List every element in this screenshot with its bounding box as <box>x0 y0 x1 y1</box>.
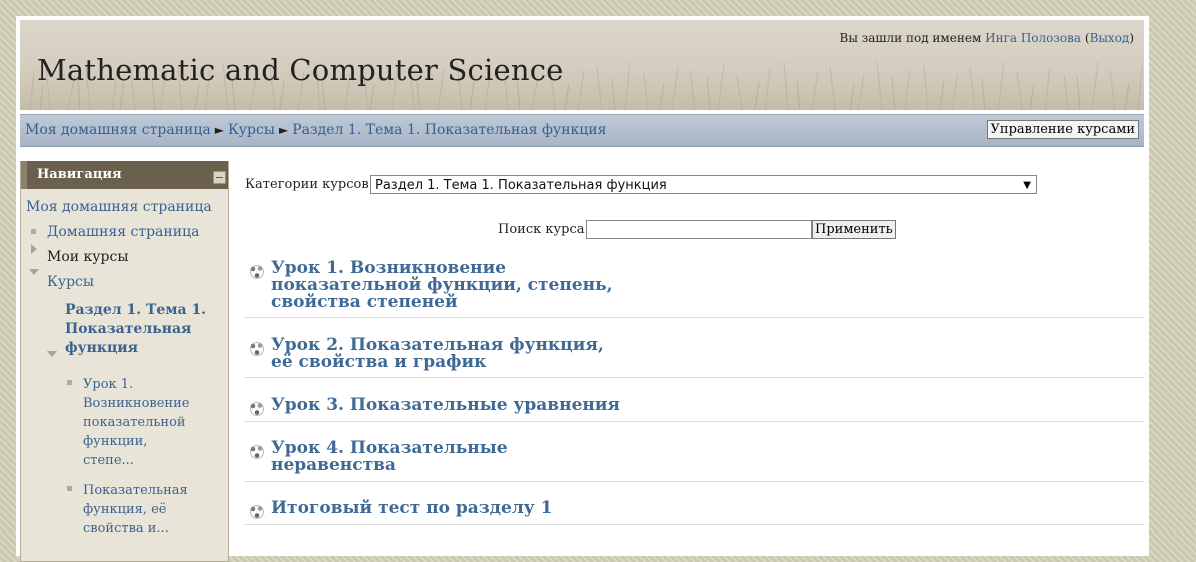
nav-link-lesson-1[interactable]: Урок 1. Возникновение показательной функ… <box>83 377 189 468</box>
course-link[interactable]: Урок 2. Показательная функция, её свойст… <box>271 337 621 371</box>
nav-item-lesson-2: Показательная функция, её свойства и... <box>83 481 198 538</box>
navigation-block-title: Навигация <box>37 167 122 182</box>
course-item: Урок 3. Показательные уравнения <box>244 397 1144 422</box>
course-link[interactable]: Урок 4. Показательные неравенства <box>271 440 521 474</box>
main-content: Категории курсов: Раздел 1. Тема 1. Пока… <box>244 161 1144 561</box>
category-select[interactable]: Раздел 1. Тема 1. Показательная функция … <box>370 175 1037 194</box>
course-item: Итоговый тест по разделу 1 <box>244 500 1144 525</box>
category-selected-value: Раздел 1. Тема 1. Показательная функция <box>375 178 667 193</box>
nav-label-my-courses: Мои курсы <box>47 249 129 265</box>
navbar: Моя домашняя страница ► Курсы ► Раздел 1. Те… <box>20 114 1144 147</box>
nav-item-courses: Курсы <box>47 274 94 290</box>
course-item: Урок 2. Показательная функция, её свойст… <box>244 337 1144 378</box>
breadcrumb-courses[interactable]: Курсы <box>228 122 275 138</box>
dropdown-arrow-icon: ▼ <box>1023 180 1031 191</box>
collapse-icon[interactable] <box>213 171 226 184</box>
manage-courses-button[interactable]: Управление курсами <box>986 120 1139 139</box>
course-link[interactable]: Урок 1. Возникновение показательной функ… <box>271 260 631 311</box>
category-label: Категории курсов: <box>245 177 374 192</box>
course-item: Урок 1. Возникновение показательной функ… <box>244 260 1144 318</box>
collapse-arrow-icon[interactable] <box>47 351 57 357</box>
nav-item-current-category: Раздел 1. Тема 1. Показательная функция <box>65 301 215 358</box>
nav-link-current-category[interactable]: Раздел 1. Тема 1. Показательная функция <box>65 302 206 356</box>
nav-item-lesson-1: Урок 1. Возникновение показательной функ… <box>83 375 198 470</box>
course-item: Урок 4. Показательные неравенства <box>244 440 1144 482</box>
search-label: Поиск курса: <box>498 222 589 237</box>
breadcrumb-separator: ► <box>278 123 289 137</box>
course-icon <box>250 445 264 459</box>
course-icon <box>250 505 264 519</box>
breadcrumb-separator: ► <box>214 123 224 137</box>
course-icon <box>250 402 264 416</box>
nav-item-my-courses[interactable]: Мои курсы <box>47 249 128 265</box>
user-profile-link[interactable]: Инга Полозова <box>985 31 1081 45</box>
site-title: Mathematic and Computer Science <box>37 53 564 87</box>
course-icon <box>250 342 264 356</box>
collapse-arrow-icon[interactable] <box>29 269 39 275</box>
square-bullet-icon <box>67 380 72 385</box>
site-header: Mathematic and Computer Science Вы зашли… <box>20 20 1144 110</box>
breadcrumb-home[interactable]: Моя домашняя страница <box>25 122 211 138</box>
login-info: Вы зашли под именем Инга Полозова (Выход… <box>839 31 1134 45</box>
nav-link-courses[interactable]: Курсы <box>47 274 94 290</box>
course-link[interactable]: Урок 3. Показательные уравнения <box>271 397 631 414</box>
square-bullet-icon <box>31 229 36 234</box>
nav-link-my-home[interactable]: Моя домашняя страница <box>26 199 212 215</box>
navigation-block-header: Навигация <box>21 161 228 189</box>
logout-link[interactable]: Выход <box>1090 31 1130 45</box>
page-container: Mathematic and Computer Science Вы зашли… <box>16 16 1149 562</box>
square-bullet-icon <box>67 486 72 491</box>
course-link[interactable]: Итоговый тест по разделу 1 <box>271 500 631 517</box>
breadcrumb: Моя домашняя страница ► Курсы ► Раздел 1. Те… <box>25 122 606 138</box>
nav-item-site-home: Домашняя страница <box>47 224 199 240</box>
expand-arrow-icon[interactable] <box>31 244 37 254</box>
nav-link-lesson-2[interactable]: Показательная функция, её свойства и... <box>83 483 188 536</box>
apply-search-button[interactable]: Применить <box>812 220 896 239</box>
course-search-input[interactable] <box>586 220 812 239</box>
course-icon <box>250 265 264 279</box>
login-prefix: Вы зашли под именем <box>839 31 982 45</box>
nav-link-site-home[interactable]: Домашняя страница <box>47 224 199 240</box>
nav-item-my-home: Моя домашняя страница <box>26 199 212 215</box>
breadcrumb-current-category[interactable]: Раздел 1. Тема 1. Показательная функция <box>292 122 606 138</box>
navigation-block: Навигация Моя домашняя страница Домашняя… <box>20 161 229 562</box>
